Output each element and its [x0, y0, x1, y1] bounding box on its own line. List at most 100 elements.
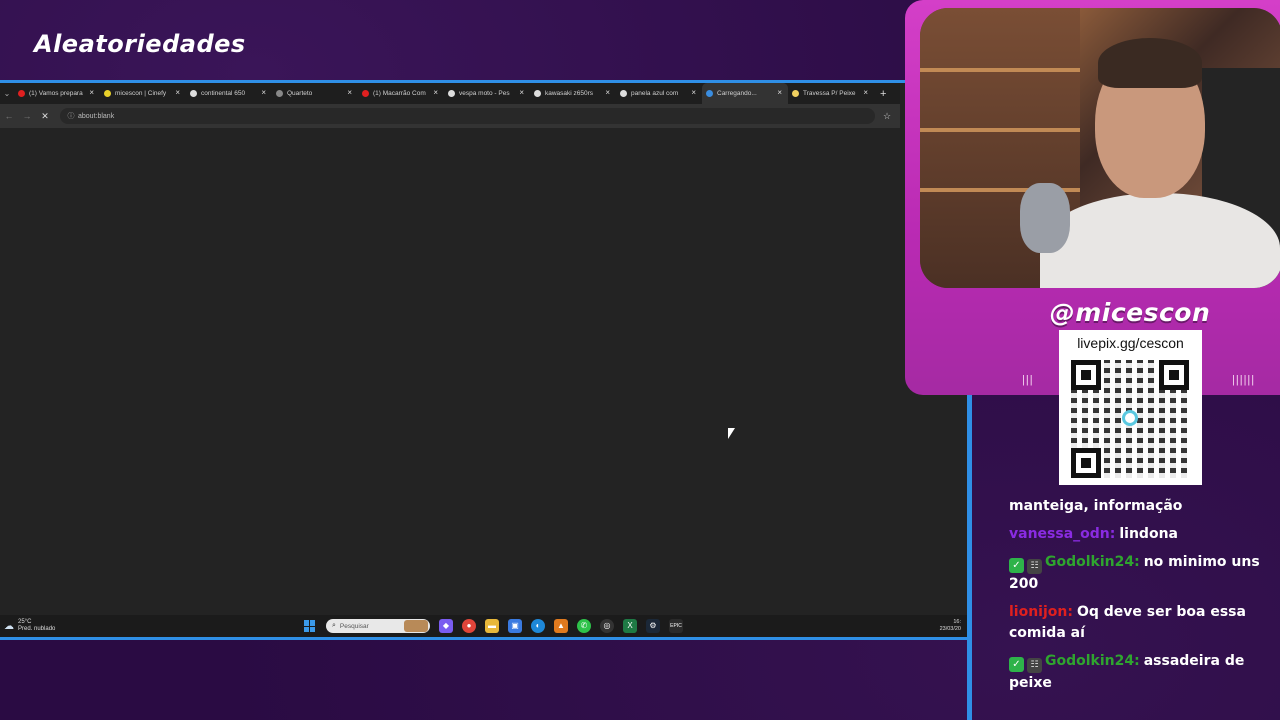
tab-label: kawasaki z650rs [545, 90, 594, 97]
stop-loading-icon[interactable]: ✕ [36, 111, 54, 122]
excel-icon[interactable]: X [623, 619, 637, 633]
browser-tab[interactable]: Carregando... × [702, 83, 788, 104]
tab-close-icon[interactable]: × [777, 88, 782, 97]
tab-bar: ⌄ (1) Vamos preparar × micescon | Cinefy × c… [0, 83, 900, 104]
chat-text: lindona [1119, 526, 1178, 542]
chat-username[interactable]: lionijon: [1009, 604, 1073, 620]
tab-label: panela azul com [631, 90, 679, 97]
browser-tab[interactable]: kawasaki z650rs × [530, 83, 616, 104]
tab-label: Carregando... [717, 90, 757, 97]
qr-finder [1071, 360, 1101, 390]
tab-close-icon[interactable]: × [433, 88, 438, 97]
tab-close-icon[interactable]: × [519, 88, 524, 97]
tab-close-icon[interactable]: × [89, 88, 94, 97]
tab-favicon-icon [620, 90, 627, 97]
livepix-url: livepix.gg/cescon [1077, 335, 1184, 351]
obs-icon[interactable]: ◎ [600, 619, 614, 633]
browser-tab[interactable]: vespa moto - Pes × [444, 83, 530, 104]
frame-vent-left: ||| [1022, 374, 1034, 386]
tab-search-chevron-icon[interactable]: ⌄ [0, 89, 14, 98]
cloud-icon: ☁ [4, 620, 14, 632]
page-content [0, 128, 967, 615]
windows-start-icon[interactable] [304, 620, 316, 632]
tab-favicon-icon [706, 90, 713, 97]
qr-finder [1159, 360, 1189, 390]
weather-temp: 25°C [18, 619, 32, 625]
tab-close-icon[interactable]: × [175, 88, 180, 97]
tab-label: micescon | Cinefy [115, 90, 167, 97]
sub-badge-icon: ☷ [1027, 559, 1042, 574]
tab-close-icon[interactable]: × [691, 88, 696, 97]
browser-tab[interactable]: panela azul com × [616, 83, 702, 104]
browser-tab[interactable]: micescon | Cinefy × [100, 83, 186, 104]
tab-label: vespa moto - Pes [459, 90, 510, 97]
tab-favicon-icon [104, 90, 111, 97]
tab-favicon-icon [18, 90, 25, 97]
browser-tab[interactable]: Travessa P/ Peixe × [788, 83, 874, 104]
check-badge-icon: ✓ [1009, 558, 1024, 573]
frame-vent-right: |||||| [1232, 374, 1256, 386]
search-placeholder: Pesquisar [339, 622, 369, 630]
bookmark-star-icon[interactable]: ☆ [883, 111, 891, 122]
taskbar-search[interactable]: ⌕ Pesquisar [326, 619, 430, 633]
tab-list: (1) Vamos preparar × micescon | Cinefy × con… [14, 83, 874, 104]
chat-message: manteiga, informação [1009, 496, 1271, 517]
weather-widget[interactable]: ☁ 25°C Pred. nublado [4, 619, 284, 633]
url-input[interactable]: ⓘ about:blank [60, 108, 875, 124]
chat-username[interactable]: Godolkin24: [1045, 653, 1140, 669]
browser: ⌄ (1) Vamos preparar × micescon | Cinefy × c… [0, 83, 967, 637]
chrome-icon[interactable]: ● [462, 619, 476, 633]
chat-message: vanessa_odn: lindona [1009, 524, 1271, 545]
chat-message: ✓ ☷ Godolkin24: assadeira de peixe [1009, 651, 1271, 694]
tab-favicon-icon [190, 90, 197, 97]
browser-tab[interactable]: continental 650 × [186, 83, 272, 104]
tab-favicon-icon [792, 90, 799, 97]
taskbar-clock[interactable]: 16: 23/03/20 [940, 619, 961, 633]
copilot-icon[interactable]: ◆ [439, 619, 453, 633]
tab-close-icon[interactable]: × [347, 88, 352, 97]
tab-favicon-icon [276, 90, 283, 97]
tab-label: (1) Macarrão Com [373, 90, 426, 97]
chat-username[interactable]: Godolkin24: [1045, 554, 1140, 570]
browser-tab[interactable]: Quarteto × [272, 83, 358, 104]
steam-icon[interactable]: ⚙ [646, 619, 660, 633]
site-info-icon[interactable]: ⓘ [64, 111, 78, 121]
tab-label: continental 650 [201, 90, 246, 97]
streamer-handle: @micescon [1049, 298, 1211, 327]
url-text: about:blank [78, 112, 115, 120]
weather-desc: Pred. nublado [18, 626, 56, 632]
search-icon: ⌕ [332, 622, 336, 629]
epic-games-icon[interactable]: EPIC [669, 619, 683, 633]
windows-taskbar: ☁ 25°C Pred. nublado ⌕ Pesquisar ◆ ● ▬ ▣… [0, 615, 967, 637]
tab-favicon-icon [448, 90, 455, 97]
vlc-icon[interactable]: ▲ [554, 619, 568, 633]
clock-date: 23/03/20 [939, 626, 961, 632]
browser-tab[interactable]: (1) Vamos preparar × [14, 83, 100, 104]
chat-username[interactable]: vanessa_odn: [1009, 526, 1115, 542]
tab-label: Travessa P/ Peixe [803, 90, 856, 97]
whatsapp-icon[interactable]: ✆ [577, 619, 591, 633]
file-explorer-icon[interactable]: ▬ [485, 619, 499, 633]
chat-text: manteiga, informação [1009, 498, 1183, 514]
browser-tab[interactable]: (1) Macarrão Com × [358, 83, 444, 104]
chat-messages: manteiga, informação vanessa_odn: lindona ✓… [1009, 496, 1271, 701]
search-highlight-image [404, 620, 428, 632]
sub-badge-icon: ☷ [1027, 658, 1042, 673]
address-bar: ← → ✕ ⓘ about:blank ☆ [0, 104, 900, 128]
webcam-feed [920, 8, 1280, 288]
browser-window: ⌄ (1) Vamos preparar × micescon | Cinefy × c… [0, 80, 972, 640]
back-icon[interactable]: ← [0, 111, 18, 121]
edge-icon[interactable]: ◐ [531, 619, 545, 633]
chat-message: ✓ ☷ Godolkin24: no minimo uns 200 [1009, 552, 1271, 595]
store-icon[interactable]: ▣ [508, 619, 522, 633]
tab-close-icon[interactable]: × [261, 88, 266, 97]
chat-message: lionijon: Oq deve ser boa essa comida aí [1009, 602, 1271, 644]
tab-close-icon[interactable]: × [863, 88, 868, 97]
tab-label: Quarteto [287, 90, 313, 97]
mouse-cursor-icon [728, 428, 735, 439]
forward-icon[interactable]: → [18, 111, 36, 121]
tab-close-icon[interactable]: × [605, 88, 610, 97]
tab-favicon-icon [362, 90, 369, 97]
new-tab-button[interactable]: + [880, 88, 886, 100]
tab-favicon-icon [534, 90, 541, 97]
